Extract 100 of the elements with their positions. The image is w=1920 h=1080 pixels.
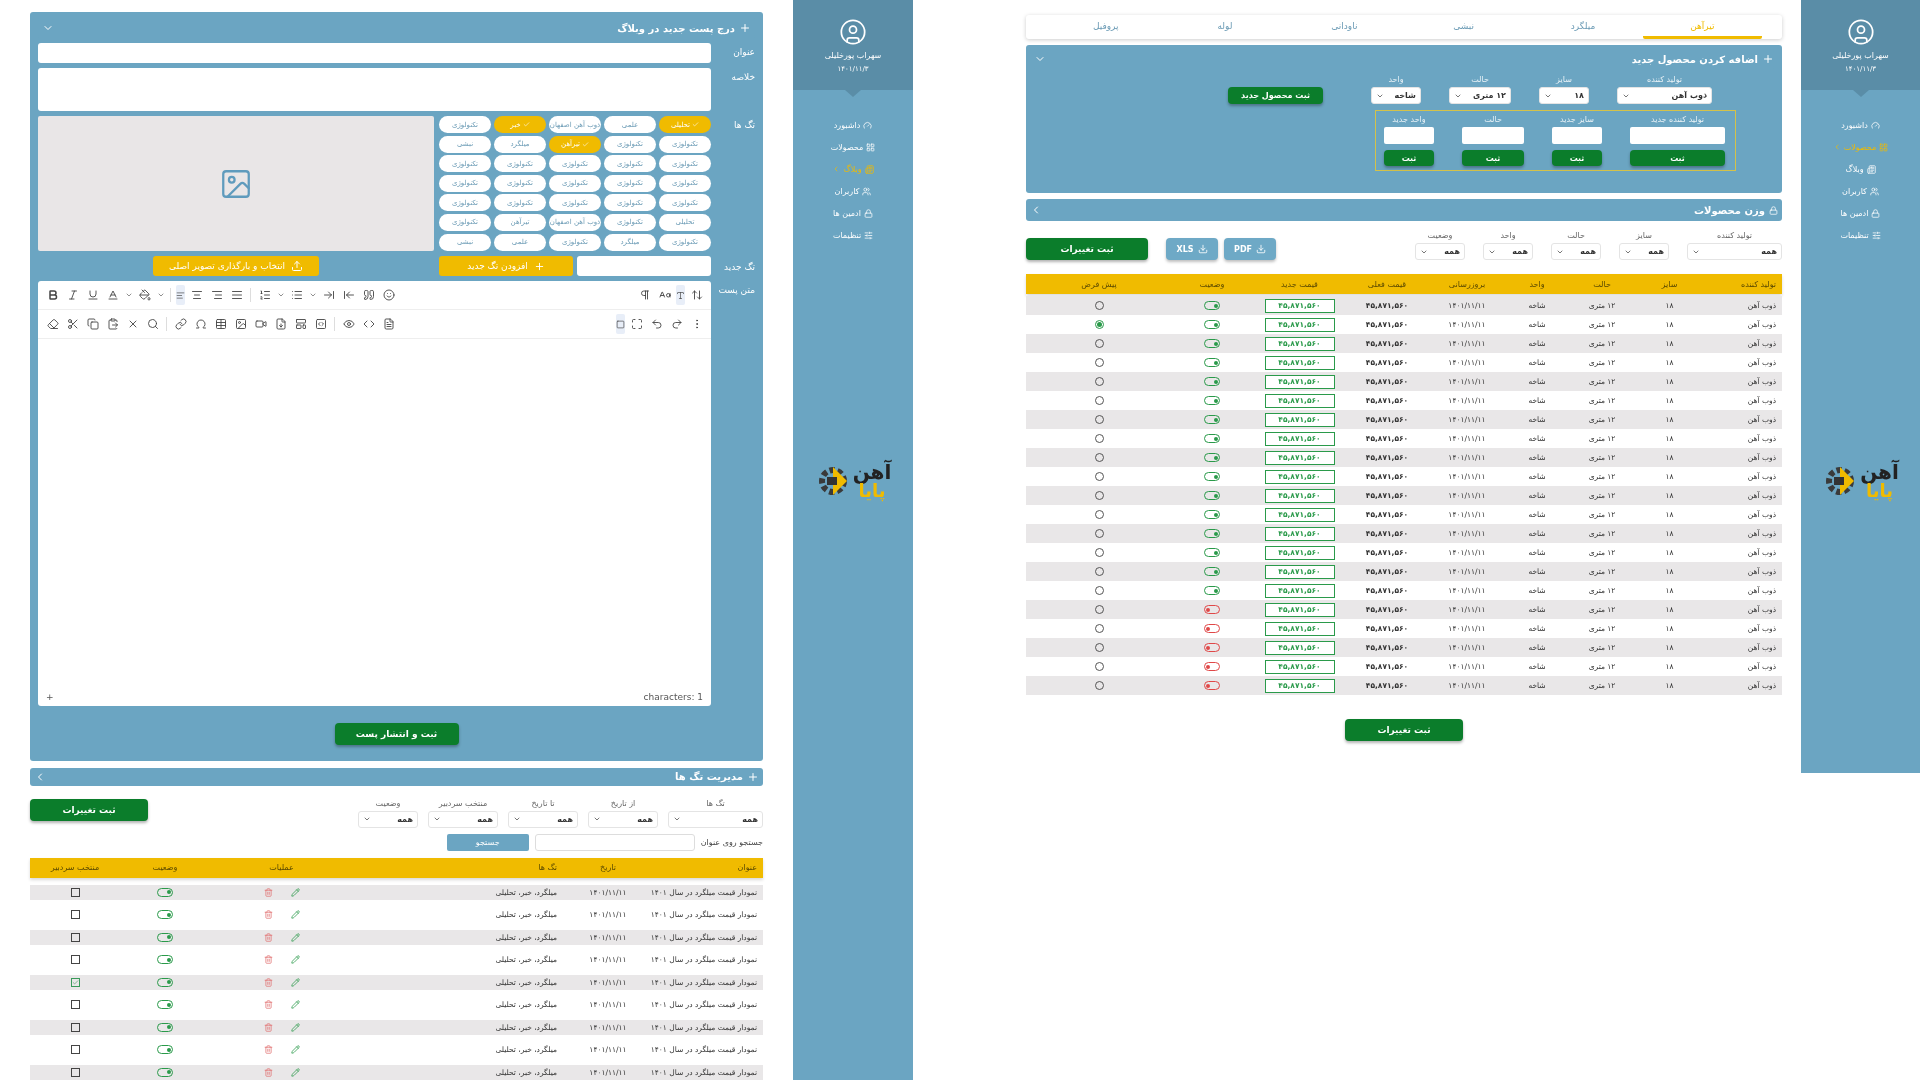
edit-icon[interactable]	[290, 1045, 300, 1055]
download-icon	[1256, 244, 1266, 254]
publish-button[interactable]: ثبت و انتشار پست	[334, 723, 459, 745]
nav-item[interactable]: ادمین ها	[833, 206, 873, 220]
tab[interactable]: میلگرد	[1523, 15, 1643, 39]
filter-select[interactable]: همه	[1687, 243, 1782, 260]
logo-text: آهن	[1860, 462, 1899, 482]
select-field[interactable]: شاخه	[1371, 87, 1421, 104]
text-editor[interactable]: + characters: 1	[38, 281, 711, 706]
checkbox[interactable]	[70, 910, 80, 920]
submit-button[interactable]: ثبت	[1552, 150, 1602, 166]
nav-item[interactable]: داشبورد	[1841, 118, 1880, 132]
delete-icon[interactable]	[263, 977, 273, 987]
lock-icon	[863, 208, 873, 218]
select-field[interactable]: ۱۸	[1539, 87, 1589, 104]
tab[interactable]: لوله	[1165, 15, 1285, 39]
field-label: تولید کننده جدید	[1650, 115, 1705, 124]
checkbox[interactable]	[70, 887, 80, 897]
collapsible-header[interactable]: وزن محصولات	[1026, 199, 1782, 221]
summary-input[interactable]	[38, 68, 711, 111]
submit-button[interactable]: ثبت	[1462, 150, 1524, 166]
text-input[interactable]	[1384, 127, 1434, 144]
nav-item[interactable]: کاربران	[1842, 184, 1879, 198]
plus-icon	[1762, 53, 1774, 65]
checkbox[interactable]	[70, 955, 80, 965]
filter-label: حالت	[1567, 231, 1585, 240]
add-product-button[interactable]: ثبت محصول جدید	[1228, 87, 1323, 104]
filter-select[interactable]: همه	[358, 810, 418, 828]
nav-item[interactable]: ادمین ها	[1840, 206, 1881, 220]
delete-icon[interactable]	[263, 1067, 273, 1077]
save-changes-button[interactable]: ثبت تغییرات	[1026, 238, 1148, 260]
nav-item[interactable]: تنظیمات	[1840, 228, 1881, 242]
nav-item[interactable]: محصولات	[830, 140, 876, 154]
delete-icon[interactable]	[263, 932, 273, 942]
select-field[interactable]: ذوب آهن	[1617, 87, 1712, 104]
filter-select[interactable]: همه	[428, 810, 498, 828]
align-left-icon[interactable]	[176, 285, 185, 305]
checkbox[interactable]	[70, 932, 80, 942]
lock-icon	[1769, 205, 1778, 215]
save-changes-button[interactable]: ثبت تغییرات	[30, 798, 148, 821]
delete-icon[interactable]	[263, 910, 273, 920]
nav-item[interactable]: داشبورد	[833, 118, 873, 132]
filter-label: تگ ها	[706, 798, 725, 808]
add-block-mark[interactable]: +	[46, 692, 54, 702]
column-header: تاریخ	[599, 863, 617, 873]
nav-item[interactable]: وبلاگ	[1845, 162, 1876, 176]
filter-select[interactable]: همه	[1619, 243, 1669, 260]
tab[interactable]: ناودانی	[1284, 15, 1404, 39]
check-icon	[522, 121, 530, 128]
filter-select[interactable]: همه	[1551, 243, 1601, 260]
column-header: قیمت فعلی	[1366, 279, 1408, 289]
column-header: منتخب سردبیر	[49, 863, 101, 873]
filter-select[interactable]: همه	[588, 810, 658, 828]
nav-item[interactable]: تنظیمات	[832, 228, 874, 242]
text-input[interactable]	[1552, 127, 1602, 144]
checkbox[interactable]	[70, 1045, 80, 1055]
panel-title: وزن محصولات	[1694, 204, 1778, 216]
plus-icon	[747, 770, 759, 783]
filter-select[interactable]: همه	[1483, 243, 1533, 260]
edit-icon[interactable]	[290, 955, 300, 965]
text-input[interactable]	[1630, 127, 1725, 144]
save-changes-button[interactable]: ثبت تغییرات	[1345, 719, 1463, 741]
delete-icon[interactable]	[263, 887, 273, 897]
tab[interactable]: نبشی	[1404, 15, 1524, 39]
filter-select[interactable]: همه	[1415, 243, 1465, 260]
edit-icon[interactable]	[290, 910, 300, 920]
submit-button[interactable]: ثبت	[1630, 150, 1725, 166]
filter-select[interactable]: همه	[668, 810, 763, 828]
nav-item[interactable]: کاربران	[834, 184, 872, 198]
delete-icon[interactable]	[263, 1000, 273, 1010]
delete-icon[interactable]	[263, 955, 273, 965]
text-input[interactable]	[1462, 127, 1524, 144]
collapsible-header[interactable]: مدیریت تگ ها	[30, 768, 763, 786]
upload-icon	[291, 260, 304, 272]
filter-select[interactable]: همه	[508, 810, 578, 828]
title-input[interactable]	[38, 43, 711, 63]
search-label: جستجو روی عنوان	[700, 837, 763, 847]
checkbox[interactable]	[70, 1000, 80, 1010]
checkbox[interactable]	[70, 977, 80, 987]
grid-icon	[866, 142, 876, 152]
select-field[interactable]: ۱۲ متری	[1449, 87, 1511, 104]
export-button[interactable]: XLS	[1166, 238, 1218, 260]
delete-icon[interactable]	[263, 1045, 273, 1055]
edit-icon[interactable]	[290, 1000, 300, 1010]
text-style-icon[interactable]	[676, 285, 685, 305]
column-header: سایز	[1660, 279, 1679, 289]
new-tag-input[interactable]	[577, 256, 711, 276]
submit-button[interactable]: ثبت	[1384, 150, 1434, 166]
add-tag-button[interactable]: افزودن تگ جدید	[439, 256, 573, 276]
tab[interactable]: تیرآهن	[1642, 15, 1762, 39]
search-field[interactable]	[534, 833, 695, 851]
checkbox[interactable]	[70, 1022, 80, 1032]
checkbox[interactable]	[70, 1067, 80, 1077]
tab[interactable]: پروفیل	[1046, 15, 1166, 39]
dashboard-icon	[1870, 120, 1880, 130]
upload-image-button[interactable]: انتخاب و بارگذاری تصویر اصلی	[153, 256, 319, 276]
search-button[interactable]: جستجو	[446, 833, 529, 851]
delete-icon[interactable]	[263, 1022, 273, 1032]
newspaper-icon	[864, 164, 874, 174]
export-button[interactable]: PDF	[1224, 238, 1276, 260]
